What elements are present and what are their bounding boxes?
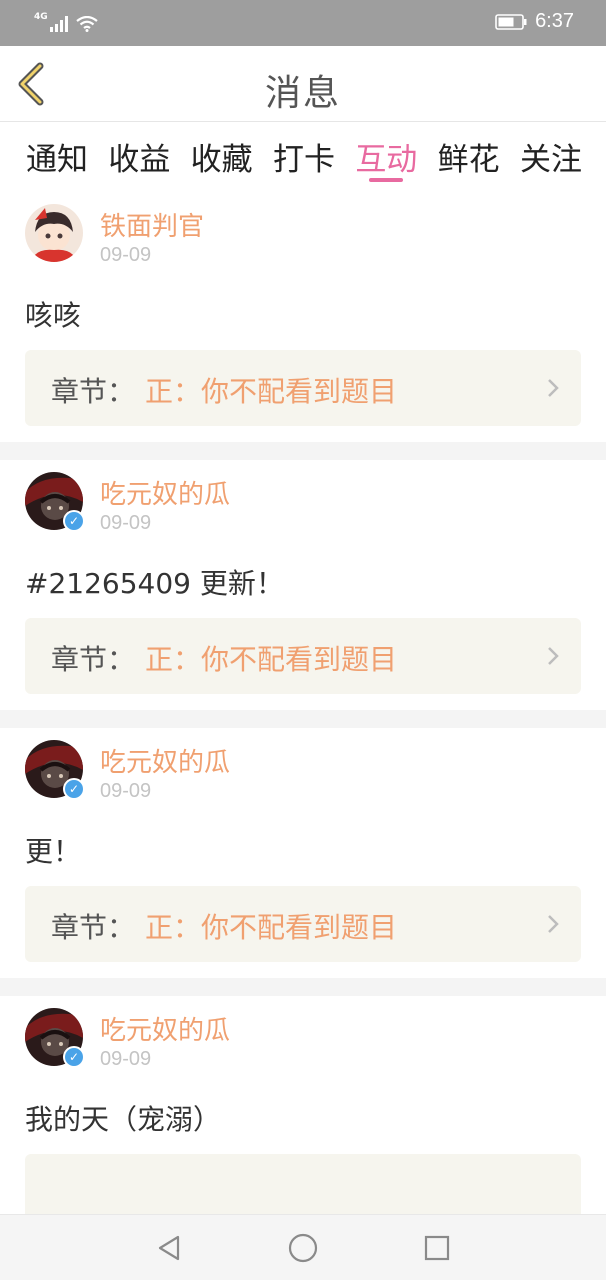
recents-square-icon [424, 1235, 450, 1260]
username[interactable]: 吃元奴的瓜 [100, 742, 230, 779]
chevron-right-icon [548, 379, 559, 397]
chapter-title: 正：你不配看到题目 [145, 911, 398, 944]
home-circle-icon [288, 1233, 318, 1262]
avatar-image [25, 204, 83, 262]
verified-badge-icon: ✓ [63, 510, 85, 532]
status-left: 4G [34, 12, 98, 32]
message-user: ✓ 吃元奴的瓜 09-09 [25, 728, 581, 810]
clock: 6:37 [535, 10, 574, 32]
chapter-link[interactable]: 章节： 正：你不配看到题目 [25, 618, 581, 694]
message-item: ✓ 吃元奴的瓜 09-09 #21265409 更新！ 章节： 正：你不配看到题… [0, 460, 606, 710]
tab-checkin[interactable]: 打卡 [273, 122, 335, 192]
wifi-icon [75, 16, 98, 32]
tab-bar: 通知 收益 收藏 打卡 互动 鲜花 关注 [0, 122, 606, 192]
avatar[interactable]: ✓ [25, 1008, 85, 1068]
message-feed: 铁面判官 09-09 咳咳 章节： 正：你不配看到题目 ✓ 吃元奴的瓜 09-0… [0, 192, 606, 1230]
network-type: 4G [34, 12, 48, 22]
battery-icon [495, 13, 527, 30]
message-item: ✓ 吃元奴的瓜 09-09 更！ 章节： 正：你不配看到题目 [0, 728, 606, 978]
message-date: 09-09 [100, 244, 152, 266]
username[interactable]: 吃元奴的瓜 [100, 474, 230, 511]
chevron-right-icon [548, 915, 559, 933]
message-content: 咳咳 [25, 299, 82, 332]
avatar[interactable] [25, 204, 83, 262]
username[interactable]: 铁面判官 [100, 206, 204, 243]
message-date: 09-09 [100, 512, 152, 534]
chapter-title: 正：你不配看到题目 [145, 375, 398, 408]
divider [0, 978, 606, 996]
tab-interactions[interactable]: 互动 [355, 122, 417, 192]
tab-notifications[interactable]: 通知 [26, 122, 88, 192]
chapter-link[interactable]: 章节： 正：你不配看到题目 [25, 886, 581, 962]
tab-earnings[interactable]: 收益 [108, 122, 170, 192]
avatar[interactable]: ✓ [25, 472, 85, 532]
nav-home-button[interactable] [276, 1221, 330, 1275]
tab-flowers[interactable]: 鲜花 [438, 122, 500, 192]
divider [0, 710, 606, 728]
message-content: 更！ [25, 835, 82, 868]
message-date: 09-09 [100, 780, 152, 802]
message-item: ✓ 吃元奴的瓜 09-09 我的天（宠溺） [0, 996, 606, 1230]
message-user: 铁面判官 09-09 [25, 192, 581, 274]
signal-icon [49, 16, 68, 32]
page-title: 消息 [264, 73, 341, 114]
chapter-label: 章节： [51, 911, 136, 944]
chapter-title: 正：你不配看到题目 [145, 643, 398, 676]
message-date: 09-09 [100, 1048, 152, 1070]
status-right: 6:37 [495, 10, 574, 33]
nav-back-button[interactable] [142, 1221, 196, 1275]
username[interactable]: 吃元奴的瓜 [100, 1010, 230, 1047]
back-triangle-icon [158, 1235, 180, 1260]
tab-favorites[interactable]: 收藏 [191, 122, 253, 192]
chapter-link[interactable]: 章节： 正：你不配看到题目 [25, 350, 581, 426]
divider [0, 442, 606, 460]
verified-badge-icon: ✓ [63, 778, 85, 800]
chevron-right-icon [548, 647, 559, 665]
message-user: ✓ 吃元奴的瓜 09-09 [25, 460, 581, 542]
chapter-label: 章节： [51, 375, 136, 408]
message-item: 铁面判官 09-09 咳咳 章节： 正：你不配看到题目 [0, 192, 606, 442]
verified-badge-icon: ✓ [63, 1046, 85, 1068]
message-content: 我的天（宠溺） [25, 1103, 222, 1136]
avatar[interactable]: ✓ [25, 740, 85, 800]
tab-following[interactable]: 关注 [520, 122, 582, 192]
status-bar: 4G 6:37 [0, 0, 606, 46]
chapter-label: 章节： [51, 643, 136, 676]
nav-recents-button[interactable] [410, 1221, 464, 1275]
system-nav-bar [0, 1214, 606, 1280]
message-content: #21265409 更新！ [25, 567, 284, 600]
header: 消息 [0, 46, 606, 122]
message-user: ✓ 吃元奴的瓜 09-09 [25, 996, 581, 1078]
